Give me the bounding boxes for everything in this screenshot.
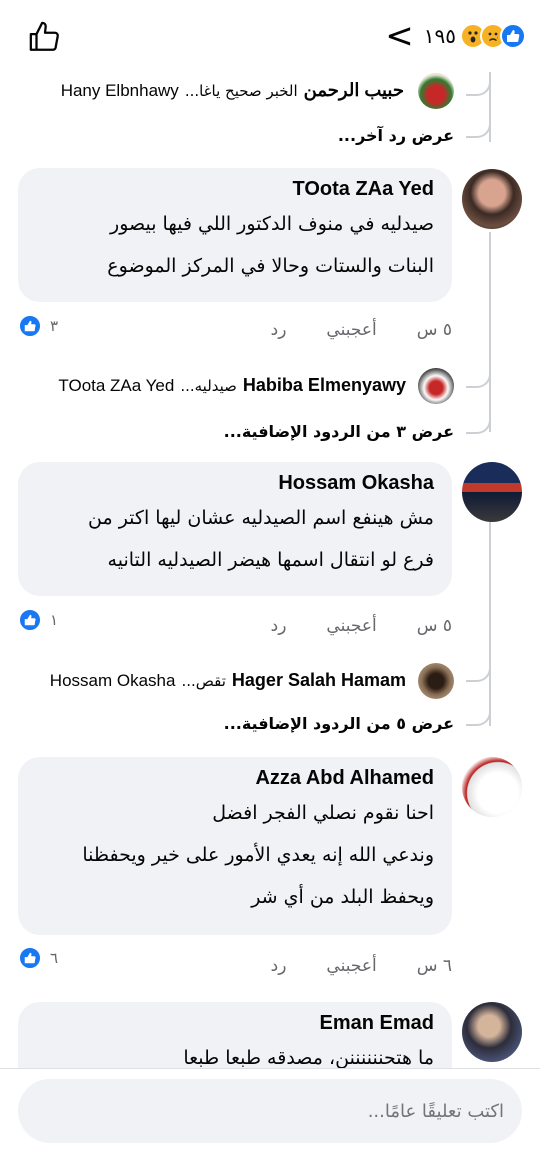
comment-composer	[0, 1068, 540, 1152]
comment-text: فرع لو انتقال اسمها هيضر الصيدليه التاني…	[107, 549, 434, 571]
thread-connector	[466, 388, 491, 434]
comment-author[interactable]: Eman Emad	[36, 1012, 434, 1035]
like-badge[interactable]: ٣	[18, 314, 58, 338]
view-more-replies[interactable]: عرض رد آخر...	[338, 126, 454, 145]
reply-to-name: Hossam Okasha	[49, 670, 176, 690]
avatar[interactable]	[462, 169, 522, 229]
reply-snippet: صيدليه...	[180, 376, 237, 395]
reactions-summary[interactable]: < ١٩٥	[385, 19, 526, 53]
comment-text: البنات والستات وحالا في المركز الموضوع	[107, 255, 434, 277]
comment-actions: ٦ س أعجبني رد	[271, 956, 452, 976]
like-badge[interactable]: ١	[18, 608, 58, 632]
reply-author[interactable]: Hager Salah Hamam	[232, 670, 406, 691]
thread-connector	[466, 652, 491, 682]
reply-preview[interactable]: Habiba Elmenyawy صيدليه... TOota ZAa Yed	[58, 375, 406, 396]
comment-time: ٥ س	[416, 616, 452, 636]
comment-text: صيدليه في منوف الدكتور اللي فيها بيصور	[110, 213, 434, 235]
like-icon	[500, 23, 526, 49]
avatar[interactable]	[418, 663, 454, 699]
like-icon	[18, 608, 42, 632]
comment-author[interactable]: Hossam Okasha	[36, 472, 434, 495]
like-icon	[18, 314, 42, 338]
top-bar: < ١٩٥	[0, 0, 540, 72]
reply-preview[interactable]: Hager Salah Hamam تقص... Hossam Okasha	[50, 670, 406, 691]
comment-bubble[interactable]: Azza Abd Alhamed احنا نقوم نصلي الفجر اف…	[18, 757, 452, 935]
avatar[interactable]	[418, 73, 454, 109]
reaction-count: ١٩٥	[423, 24, 456, 48]
thread-connector	[466, 682, 491, 726]
like-count: ٦	[50, 949, 59, 967]
like-badge[interactable]: ٦	[18, 946, 58, 970]
view-more-replies[interactable]: عرض ٣ من الردود الإضافية...	[224, 422, 454, 441]
reply-author[interactable]: حبيب الرحمن	[304, 80, 404, 101]
reply-snippet: تقص...	[181, 671, 226, 690]
reply-to-name: TOota ZAa Yed	[58, 375, 175, 395]
comment-author[interactable]: Azza Abd Alhamed	[36, 767, 434, 790]
avatar[interactable]	[462, 1002, 522, 1062]
back-chevron-icon[interactable]: <	[385, 19, 414, 53]
like-button[interactable]: أعجبني	[326, 616, 376, 636]
comment-text: مش هينفع اسم الصيدليه عشان ليها اكتر من	[88, 507, 434, 529]
thread-connector	[466, 360, 491, 388]
reply-preview[interactable]: حبيب الرحمن الخبر صحيح ياغا... Hany Elbn…	[61, 80, 404, 101]
avatar[interactable]	[418, 368, 454, 404]
like-count: ١	[50, 611, 59, 629]
reply-button[interactable]: رد	[271, 616, 287, 636]
like-icon	[18, 946, 42, 970]
like-button[interactable]: أعجبني	[326, 320, 376, 340]
reply-button[interactable]: رد	[271, 956, 287, 976]
comment-text: ويحفظ البلد من أي شر	[251, 886, 434, 908]
view-more-replies[interactable]: عرض ٥ من الردود الإضافية...	[224, 714, 454, 733]
thread-connector	[466, 72, 491, 96]
like-outline-icon[interactable]	[28, 20, 62, 54]
comment-bubble[interactable]: TOota ZAa Yed صيدليه في منوف الدكتور الل…	[18, 168, 452, 302]
comment-time: ٥ س	[416, 320, 452, 340]
reply-snippet: الخبر صحيح ياغا...	[184, 81, 298, 100]
comment-bubble[interactable]: Hossam Okasha مش هينفع اسم الصيدليه عشان…	[18, 462, 452, 596]
comment-input[interactable]	[18, 1079, 522, 1143]
avatar[interactable]	[462, 757, 522, 817]
like-count: ٣	[50, 317, 59, 335]
comment-text: احنا نقوم نصلي الفجر افضل	[212, 802, 434, 824]
comment-time: ٦ س	[416, 956, 452, 976]
thread-connector	[466, 96, 491, 138]
comment-text: وندعي الله إنه يعدي الأمور على خير ويحفظ…	[82, 844, 434, 866]
comment-author[interactable]: TOota ZAa Yed	[36, 178, 434, 201]
comment-actions: ٥ س أعجبني رد	[271, 616, 452, 636]
avatar[interactable]	[462, 462, 522, 522]
reply-button[interactable]: رد	[271, 320, 287, 340]
reply-author[interactable]: Habiba Elmenyawy	[243, 375, 406, 396]
comment-actions: ٥ س أعجبني رد	[271, 320, 452, 340]
reply-to-name: Hany Elbnhawy	[60, 80, 179, 100]
like-button[interactable]: أعجبني	[326, 956, 376, 976]
